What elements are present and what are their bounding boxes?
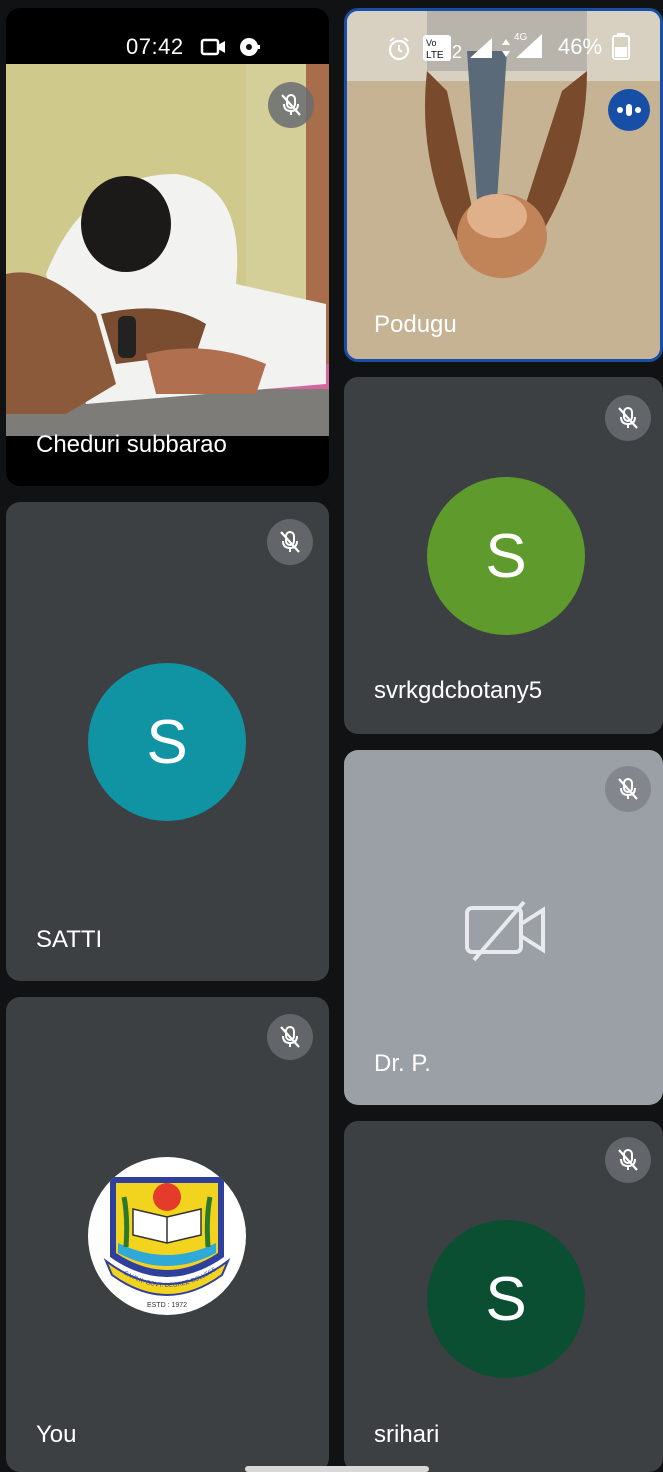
participant-tile-svrk[interactable]: S svrkgdcbotany5 — [344, 377, 663, 734]
data-arrows-icon — [500, 36, 512, 66]
battery-percentage: 46% — [558, 34, 603, 59]
avatar: S — [88, 663, 246, 821]
participant-name: Podugu — [374, 311, 457, 338]
volte-icon: Vo LTE 2 — [422, 34, 462, 68]
participant-name: srihari — [374, 1421, 440, 1448]
speaking-indicator-icon — [608, 89, 650, 131]
svg-text:Vo: Vo — [426, 38, 437, 48]
participant-name: Cheduri subbarao — [36, 431, 227, 458]
status-time: 07:42 — [126, 34, 184, 59]
svg-text:ESTD : 1972: ESTD : 1972 — [147, 1302, 187, 1309]
camera-off-icon — [464, 900, 548, 967]
mic-off-icon — [267, 519, 313, 565]
cast-icon — [238, 36, 262, 64]
mic-off-icon — [605, 395, 651, 441]
participant-tile-srihari[interactable]: S srihari — [344, 1121, 663, 1472]
mic-off-icon — [268, 82, 314, 128]
participant-tile-drp[interactable]: Dr. P. — [344, 750, 663, 1105]
signal-icon — [468, 36, 494, 66]
signal-4g-icon: 4G — [512, 30, 546, 66]
participant-name: SATTI — [36, 926, 103, 953]
participant-name: Dr. P. — [374, 1050, 431, 1077]
avatar: S — [427, 1220, 585, 1378]
college-logo: S.V.R.K. GOVT. DEGREE COLLEGE ESTD : 197… — [88, 1157, 246, 1315]
mic-off-icon — [605, 1137, 651, 1183]
avatar-initial: S — [485, 1264, 527, 1334]
participant-tile-cheduri[interactable]: Cheduri subbarao — [6, 8, 329, 486]
mic-off-icon — [605, 766, 651, 812]
mic-off-icon — [267, 1014, 313, 1060]
avatar-initial: S — [146, 707, 188, 777]
svg-text:2: 2 — [452, 42, 462, 62]
avatar-initial: S — [485, 521, 527, 591]
svg-text:LTE: LTE — [426, 50, 444, 61]
status-bar: 07:42 Vo LTE 2 4G 46% — [0, 0, 663, 62]
battery-icon — [612, 32, 630, 66]
participant-name: You — [36, 1421, 77, 1448]
alarm-icon — [386, 36, 412, 68]
svg-text:4G: 4G — [514, 32, 528, 43]
avatar: S — [427, 477, 585, 635]
video-recording-icon — [200, 36, 228, 64]
participant-tile-you[interactable]: S.V.R.K. GOVT. DEGREE COLLEGE ESTD : 197… — [6, 997, 329, 1472]
gesture-navigation-handle[interactable] — [245, 1466, 429, 1472]
participant-name: svrkgdcbotany5 — [374, 677, 543, 704]
participant-tile-satti[interactable]: S SATTI — [6, 502, 329, 981]
